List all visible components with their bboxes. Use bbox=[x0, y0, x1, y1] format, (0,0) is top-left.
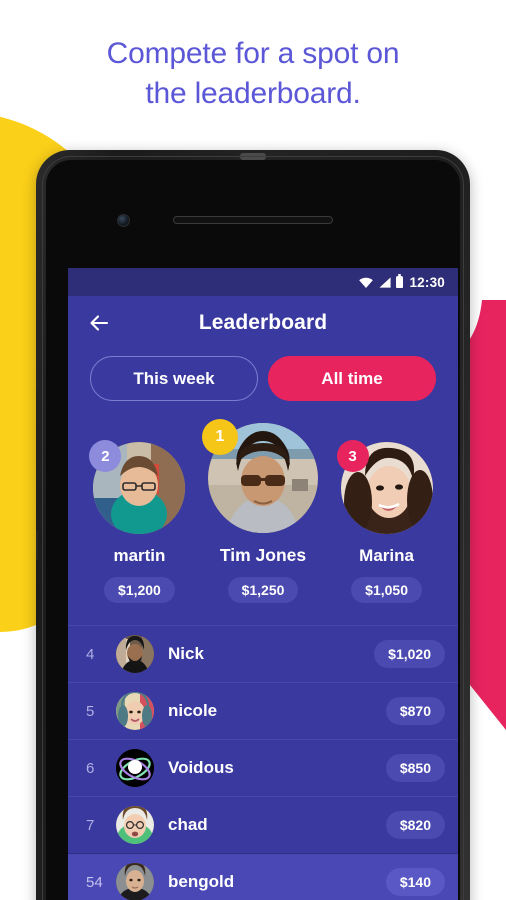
row-rank: 54 bbox=[86, 873, 103, 891]
row-name: chad bbox=[168, 815, 208, 834]
rank-badge-1: 1 bbox=[202, 419, 238, 455]
rank-badge-1-label: 1 bbox=[215, 428, 225, 445]
phone-volume-button bbox=[468, 460, 470, 526]
podium-score-2: $1,200 bbox=[104, 577, 175, 603]
row-rank: 4 bbox=[86, 645, 95, 663]
row-score: $870 bbox=[385, 697, 445, 725]
app-bar: Leaderboard bbox=[68, 296, 458, 350]
avatar-nicole bbox=[116, 692, 154, 730]
phone-body: 12:30 Leaderboard This week All time 2 m… bbox=[36, 150, 470, 900]
podium-score-3: $1,050 bbox=[351, 577, 422, 603]
avatar-bengold bbox=[116, 863, 154, 900]
row-rank: 5 bbox=[86, 702, 95, 720]
headline-line-2: the leaderboard. bbox=[145, 77, 361, 110]
row-name: bengold bbox=[168, 872, 235, 891]
phone-power-button bbox=[468, 400, 470, 442]
table-row-current-user[interactable]: 54 bengold $140 bbox=[68, 853, 458, 900]
podium-entry-1[interactable]: 1 Tim Jones $1,250 bbox=[202, 419, 323, 603]
status-bar-icons bbox=[359, 274, 404, 288]
table-row[interactable]: 5 nicole $870 bbox=[68, 682, 458, 739]
row-name: Nick bbox=[168, 644, 204, 663]
battery-icon bbox=[396, 274, 404, 288]
rank-badge-3: 3 bbox=[336, 440, 369, 472]
table-row[interactable]: 7 chad $820 bbox=[68, 796, 458, 853]
podium-name-2: martin bbox=[113, 546, 166, 565]
back-arrow-icon[interactable] bbox=[86, 310, 112, 336]
podium-score-1: $1,250 bbox=[227, 577, 299, 603]
phone-mockup: 12:30 Leaderboard This week All time 2 m… bbox=[36, 150, 470, 900]
podium-top-three: 2 martin $1,200 1 Tim Jones $1,250 3 Mar… bbox=[68, 415, 458, 625]
earpiece-speaker bbox=[173, 216, 333, 224]
row-rank: 7 bbox=[86, 816, 95, 834]
row-score: $820 bbox=[385, 811, 445, 839]
avatar-chad bbox=[116, 806, 154, 844]
tab-bar: This week All time bbox=[68, 350, 458, 415]
rank-badge-2-label: 2 bbox=[101, 447, 110, 465]
rank-badge-3-label: 3 bbox=[348, 447, 357, 465]
status-bar: 12:30 bbox=[68, 268, 458, 296]
podium-avatar-wrap-3: 3 bbox=[336, 440, 433, 534]
row-score: $850 bbox=[385, 754, 445, 782]
table-row[interactable]: 6 Voidous $850 bbox=[68, 739, 458, 796]
status-bar-time: 12:30 bbox=[409, 274, 445, 290]
table-row[interactable]: 4 Nick $1,020 bbox=[68, 625, 458, 682]
podium-avatar-wrap-1: 1 bbox=[202, 419, 318, 533]
app-bar-title: Leaderboard bbox=[198, 311, 328, 334]
row-score: $140 bbox=[385, 868, 445, 896]
leaderboard-list: 4 Nick $1,020 5 nicole $870 6 Voidous $8… bbox=[68, 625, 458, 900]
avatar-voidous bbox=[116, 749, 154, 787]
row-name: Voidous bbox=[168, 758, 234, 777]
podium-name-1: Tim Jones bbox=[219, 545, 307, 565]
avatar-nick bbox=[116, 635, 154, 673]
signal-icon bbox=[379, 277, 392, 288]
headline-line-1: Compete for a spot on bbox=[106, 37, 400, 70]
podium-entry-3[interactable]: 3 Marina $1,050 bbox=[331, 440, 442, 603]
row-name: nicole bbox=[168, 701, 218, 720]
phone-glass: 12:30 Leaderboard This week All time 2 m… bbox=[46, 160, 460, 900]
app-screen: 12:30 Leaderboard This week All time 2 m… bbox=[68, 268, 458, 900]
podium-avatar-wrap-2: 2 bbox=[89, 440, 186, 534]
tab-this-week[interactable]: This week bbox=[90, 356, 258, 401]
phone-left-accent-b bbox=[36, 530, 38, 560]
tab-this-week-label: This week bbox=[133, 368, 215, 388]
podium-entry-2[interactable]: 2 martin $1,200 bbox=[84, 440, 195, 603]
row-rank: 6 bbox=[86, 759, 95, 777]
page-title: Compete for a spot on the leaderboard. bbox=[0, 34, 506, 114]
phone-left-accent-a bbox=[36, 360, 38, 390]
row-score: $1,020 bbox=[374, 640, 445, 668]
front-camera-icon bbox=[117, 214, 130, 227]
podium-name-3: Marina bbox=[359, 546, 414, 565]
tab-all-time[interactable]: All time bbox=[268, 356, 436, 401]
tab-all-time-label: All time bbox=[321, 368, 383, 388]
wifi-icon bbox=[359, 277, 374, 288]
